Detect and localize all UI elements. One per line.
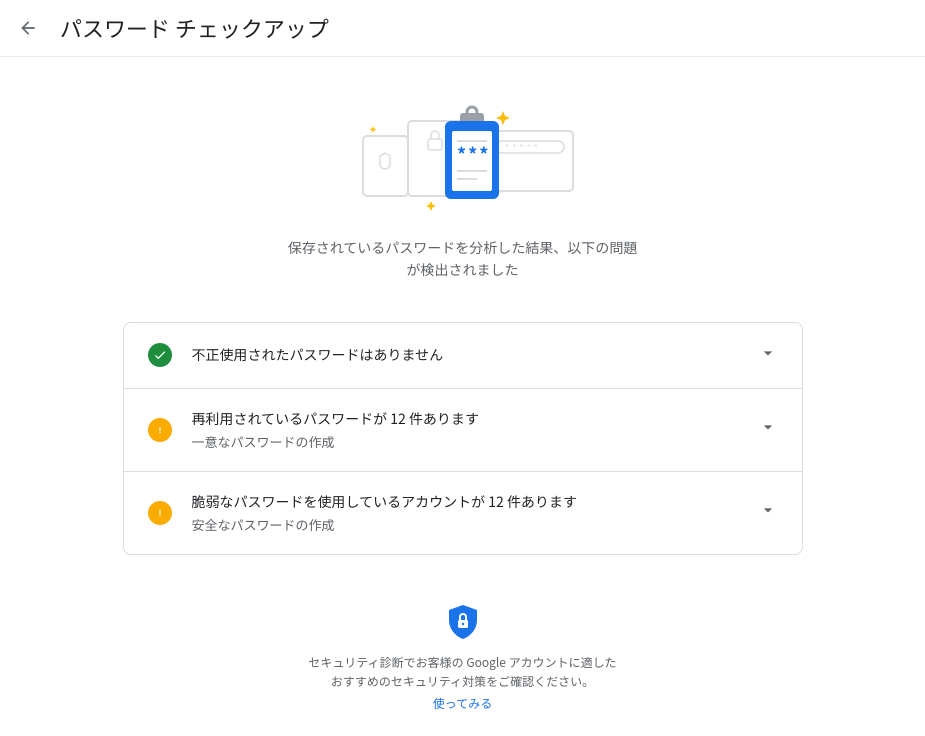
result-compromised[interactable]: 不正使用されたパスワードはありません <box>124 323 802 389</box>
security-promo: セキュリティ診断でお客様の Google アカウントに適したおすすめのセキュリテ… <box>123 603 803 712</box>
result-title: 脆弱なパスワードを使用しているアカウントが 12 件あります <box>192 492 758 513</box>
result-subtitle: 一意なパスワードの作成 <box>192 432 758 451</box>
result-title: 不正使用されたパスワードはありません <box>192 345 758 366</box>
arrow-left-icon <box>18 18 38 38</box>
result-title: 再利用されているパスワードが 12 件あります <box>192 409 758 430</box>
result-weak[interactable]: 脆弱なパスワードを使用しているアカウントが 12 件あります 安全なパスワードの… <box>124 472 802 554</box>
check-icon <box>148 343 172 367</box>
chevron-down-icon <box>758 500 778 525</box>
promo-text: セキュリティ診断でお客様の Google アカウントに適したおすすめのセキュリテ… <box>303 653 623 691</box>
shield-lock-icon <box>447 603 479 641</box>
hero-illustration: ***** *** <box>123 101 803 221</box>
result-content: 再利用されているパスワードが 12 件あります 一意なパスワードの作成 <box>192 409 758 451</box>
back-button[interactable] <box>16 16 40 40</box>
result-content: 脆弱なパスワードを使用しているアカウントが 12 件あります 安全なパスワードの… <box>192 492 758 534</box>
svg-text:***: *** <box>457 141 490 167</box>
chevron-down-icon <box>758 343 778 368</box>
warning-icon <box>148 418 172 442</box>
chevron-down-icon <box>758 417 778 442</box>
result-reused[interactable]: 再利用されているパスワードが 12 件あります 一意なパスワードの作成 <box>124 389 802 472</box>
description-text: 保存されているパスワードを分析した結果、以下の問題が検出されました <box>283 237 643 282</box>
results-list: 不正使用されたパスワードはありません 再利用されているパスワードが 12 件あり… <box>123 322 803 555</box>
warning-icon <box>148 501 172 525</box>
svg-text:*****: ***** <box>505 141 541 154</box>
result-content: 不正使用されたパスワードはありません <box>192 345 758 366</box>
main-content: ***** *** 保存されているパスワードを分析した結果、以下の問題が検出され… <box>123 57 803 736</box>
result-subtitle: 安全なパスワードの作成 <box>192 515 758 534</box>
promo-link[interactable]: 使ってみる <box>163 695 763 712</box>
header: パスワード チェックアップ <box>0 0 925 57</box>
page-title: パスワード チェックアップ <box>60 12 329 44</box>
